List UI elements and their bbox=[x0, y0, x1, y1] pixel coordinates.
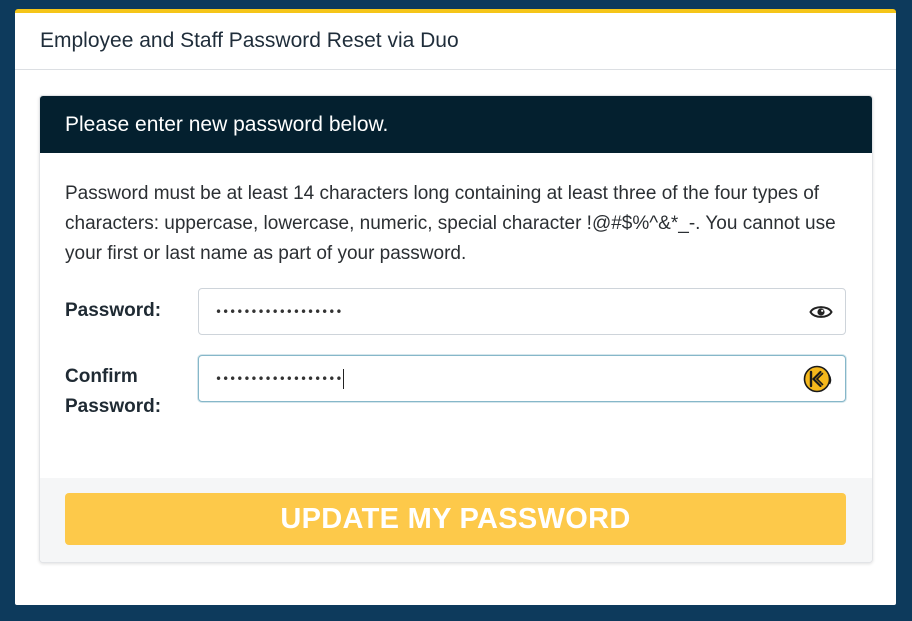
page-title: Employee and Staff Password Reset via Du… bbox=[15, 13, 896, 70]
update-password-button[interactable]: UPDATE MY PASSWORD bbox=[65, 493, 846, 545]
panel-body: Password must be at least 14 characters … bbox=[40, 153, 872, 478]
confirm-label-line1: Confirm bbox=[65, 366, 138, 387]
text-caret bbox=[343, 368, 345, 389]
reset-card: Employee and Staff Password Reset via Du… bbox=[15, 9, 896, 605]
password-value: •••••••••••••••••• bbox=[215, 304, 343, 319]
confirm-password-value: •••••••••••••••••• bbox=[215, 371, 343, 386]
confirm-label-line2: Password: bbox=[65, 396, 162, 417]
confirm-password-input[interactable]: •••••••••••••••••• bbox=[198, 355, 846, 402]
password-label: Password: bbox=[65, 300, 162, 321]
confirm-password-label: Confirm Password: bbox=[65, 362, 195, 422]
panel-heading: Please enter new password below. bbox=[40, 96, 872, 153]
eye-icon[interactable] bbox=[809, 301, 833, 323]
password-panel: Please enter new password below. Passwor… bbox=[39, 95, 873, 563]
panel-footer: UPDATE MY PASSWORD bbox=[40, 478, 872, 562]
password-input[interactable]: •••••••••••••••••• bbox=[198, 288, 846, 335]
keeper-icon[interactable] bbox=[803, 365, 833, 393]
password-requirements: Password must be at least 14 characters … bbox=[65, 183, 836, 264]
